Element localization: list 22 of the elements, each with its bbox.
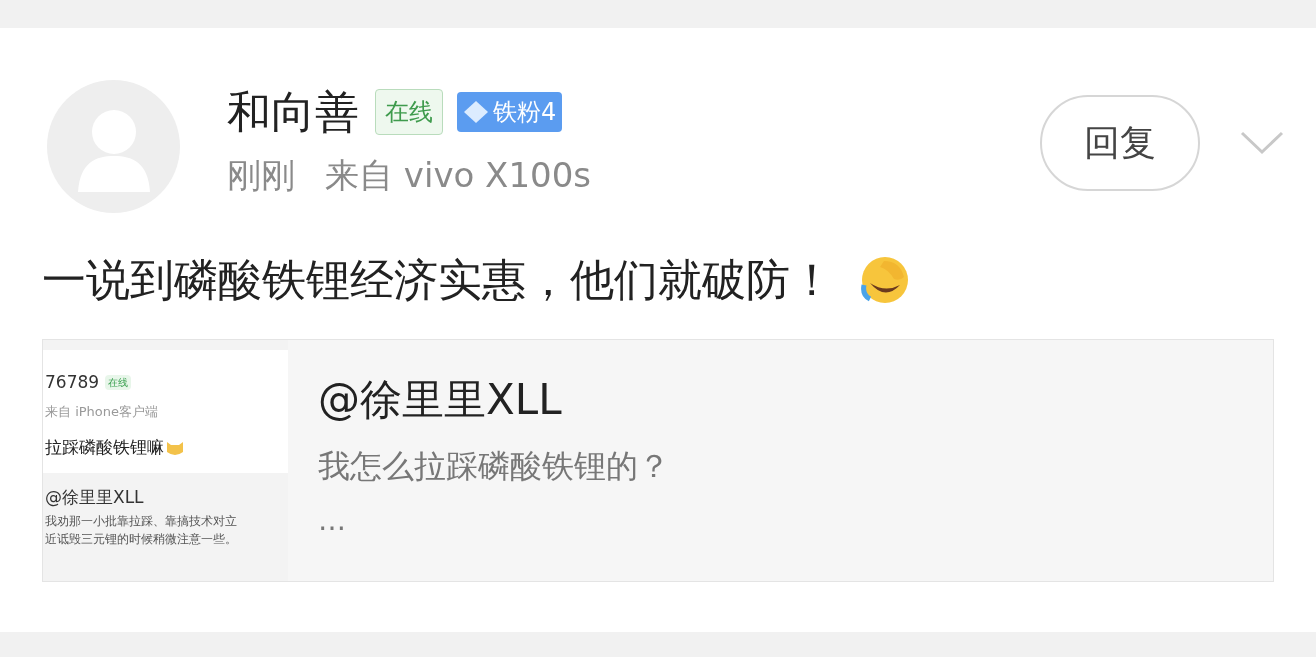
thumb-source: 来自 iPhone客户端: [45, 402, 159, 421]
author-name[interactable]: 和向善: [227, 79, 359, 145]
thumb-name: 76789: [45, 371, 100, 394]
post-time: 刚刚: [227, 154, 295, 197]
thumb-quote-author: @徐里里XLL: [45, 485, 145, 509]
online-badge: 在线: [375, 89, 443, 135]
chevron-down-icon[interactable]: [1240, 131, 1284, 155]
laughing-crying-emoji-icon: [860, 255, 910, 305]
quote-author[interactable]: @徐里里XLL: [318, 368, 670, 432]
quote-card[interactable]: 76789 在线 来自 iPhone客户端 拉踩磷酸铁锂嘛 @徐里里XLL 我劝那一小批靠拉踩、靠搞技术对立 近诋毁三元锂的时候稍微注意一些。 @徐里里XLL 我怎么拉踩磷酸铁锂的？ …: [42, 339, 1274, 582]
diamond-icon: [463, 100, 489, 124]
thumb-online-badge: 在线: [105, 375, 132, 391]
more-ellipsis: …: [318, 503, 347, 539]
post-text: 一说到磷酸铁锂经济实惠，他们就破防！: [42, 253, 834, 307]
thumb-text: 拉踩磷酸铁锂嘛: [45, 436, 164, 459]
fan-level-badge: 铁粉4: [457, 92, 563, 132]
cat-emoji-icon: [166, 439, 184, 456]
thumb-quote-line: 我劝那一小批靠拉踩、靠搞技术对立: [45, 513, 238, 530]
reply-button[interactable]: 回复: [1040, 95, 1200, 191]
post-source: 来自 vivo X100s: [325, 154, 591, 197]
quote-text: 我怎么拉踩磷酸铁锂的？: [318, 446, 670, 487]
thumb-quote-line: 近诋毁三元锂的时候稍微注意一些。: [45, 531, 238, 548]
